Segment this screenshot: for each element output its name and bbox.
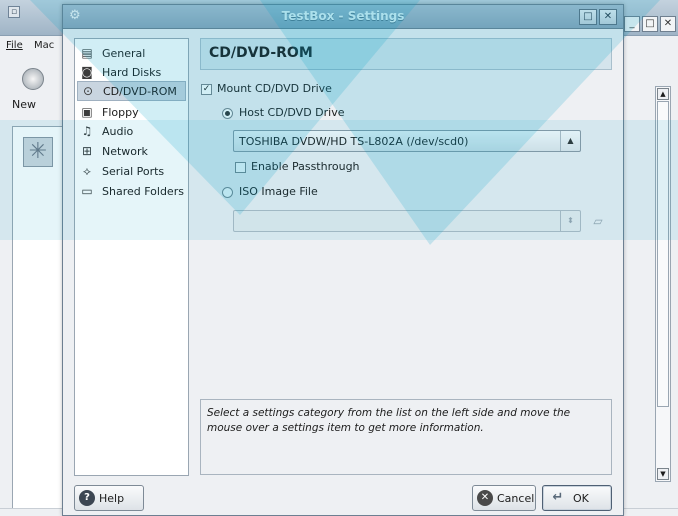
category-label: Audio [102,124,134,138]
new-machine-icon [22,68,44,90]
scroll-down-icon[interactable]: ▼ [657,468,669,480]
scrollbar-thumb[interactable] [657,101,669,407]
open-folder-icon[interactable]: ▱ [589,212,607,230]
dialog-window-controls: □ ✕ [579,9,617,25]
enter-arrow-icon: ↵ [552,490,564,505]
mount-drive-checkbox[interactable]: ✓ [201,84,212,95]
network-icon: ⊞ [81,144,93,158]
category-hard-disks[interactable]: ◙ Hard Disks [77,62,186,82]
minimize-icon[interactable]: _ [624,16,640,32]
updown-arrow-icon: ▲ [560,131,580,151]
category-label: Network [102,144,148,158]
info-box: Select a settings category from the list… [200,399,612,475]
host-drive-value: TOSHIBA DVDW/HD TS-L802A (/dev/scd0) [239,135,469,148]
cd-icon: ⊙ [82,84,94,98]
category-label: CD/DVD-ROM [103,84,177,98]
general-icon: ▤ [81,46,93,60]
category-network[interactable]: ⊞ Network [77,141,186,161]
scroll-up-icon[interactable]: ▲ [657,88,669,100]
details-scrollbar[interactable]: ▲ ▼ [655,86,671,482]
cancel-icon: ✕ [477,490,493,506]
page-header: CD/DVD-ROM [200,38,612,70]
updown-arrow-icon: ⬍ [560,211,580,231]
close-icon[interactable]: ✕ [660,16,676,32]
host-drive-radio[interactable] [222,108,233,119]
mount-drive-label[interactable]: Mount CD/DVD Drive [217,82,332,95]
category-label: General [102,46,146,60]
category-label: Shared Folders [102,184,184,198]
category-label: Serial Ports [102,164,165,178]
vm-list: ✳ [12,126,64,512]
category-cd-dvd-rom[interactable]: ⊙ CD/DVD-ROM [77,81,186,101]
new-button[interactable]: New [0,56,70,116]
vm-thumbnail-icon[interactable]: ✳ [23,137,53,167]
floppy-icon: ▣ [81,105,93,119]
host-drive-label[interactable]: Host CD/DVD Drive [239,106,345,119]
category-audio[interactable]: ♫ Audio [77,121,186,141]
dialog-close-icon[interactable]: ✕ [599,9,617,25]
serial-port-icon: ⟡ [83,164,91,178]
window-menu-icon[interactable]: ▫ [8,6,20,18]
dialog-title: TestBox - Settings [281,9,405,23]
hard-disk-icon: ◙ [81,65,93,79]
iso-image-label[interactable]: ISO Image File [239,185,318,198]
audio-icon: ♫ [81,124,93,138]
page-title: CD/DVD-ROM [209,45,313,61]
main-window-controls: _ □ ✕ [624,16,676,32]
cancel-button[interactable]: ✕ Cancel [472,485,536,511]
passthrough-checkbox[interactable] [235,162,246,173]
dialog-titlebar[interactable]: ⚙ TestBox - Settings □ ✕ [63,5,623,29]
ok-button-label: OK [573,491,589,505]
menu-file[interactable]: File [6,40,23,51]
dialog-maximize-icon[interactable]: □ [579,9,597,25]
passthrough-label[interactable]: Enable Passthrough [251,160,360,173]
help-icon: ? [79,490,95,506]
category-floppy[interactable]: ▣ Floppy [77,102,186,122]
category-label: Hard Disks [102,65,162,79]
info-text: Select a settings category from the list… [207,407,571,434]
host-drive-select[interactable]: TOSHIBA DVDW/HD TS-L802A (/dev/scd0) ▲ [233,130,581,152]
new-button-label: New [12,98,36,111]
help-button-label: Help [99,491,125,505]
iso-image-select[interactable]: ⬍ [233,210,581,232]
menu-machine[interactable]: Mac [34,40,54,51]
settings-dialog: ⚙ TestBox - Settings □ ✕ ▤ General ◙ Har… [62,4,624,516]
category-label: Floppy [102,105,139,119]
ok-button[interactable]: ↵ OK [542,485,612,511]
cancel-button-label: Cancel [497,491,535,505]
maximize-icon[interactable]: □ [642,16,658,32]
iso-image-radio[interactable] [222,187,233,198]
category-serial-ports[interactable]: ⟡ Serial Ports [77,161,186,181]
settings-category-list: ▤ General ◙ Hard Disks ⊙ CD/DVD-ROM ▣ Fl… [74,38,189,476]
category-general[interactable]: ▤ General [77,43,186,63]
category-shared-folders[interactable]: ▭ Shared Folders [77,181,186,201]
shared-folder-icon: ▭ [81,184,93,198]
help-button[interactable]: ? Help [74,485,144,511]
